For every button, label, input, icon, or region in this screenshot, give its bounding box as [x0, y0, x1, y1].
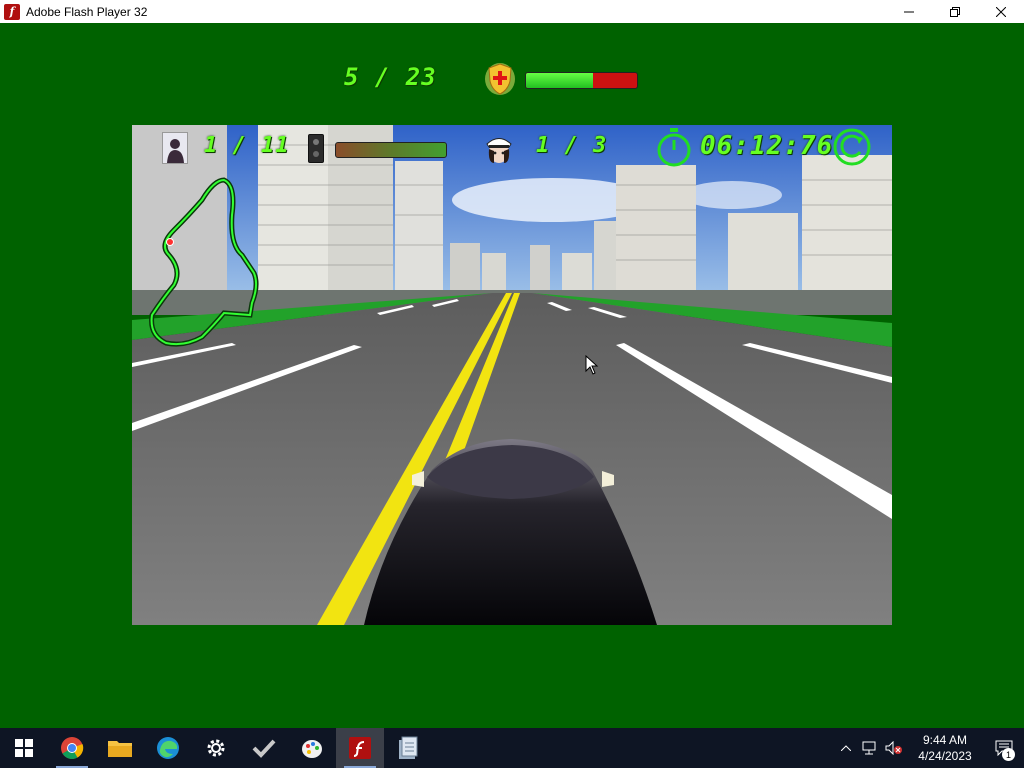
folder-icon: [108, 741, 132, 757]
taskbar-settings[interactable]: [192, 728, 240, 768]
close-icon: [996, 6, 1006, 17]
minimize-icon: [904, 11, 914, 12]
fuel-bar: [335, 142, 447, 158]
restart-icon[interactable]: [832, 127, 872, 167]
cloud: [682, 181, 782, 209]
show-hidden-icons-button[interactable]: [834, 728, 858, 768]
start-button[interactable]: [0, 728, 48, 768]
taskbar-clock[interactable]: 9:44 AM 4/24/2023: [906, 732, 984, 764]
network-icon: [862, 741, 876, 755]
lap-counter: 1 / 3: [536, 133, 608, 158]
stopwatch-icon: [657, 128, 691, 167]
minimize-button[interactable]: [886, 0, 932, 23]
windows-logo-icon: [15, 739, 33, 757]
system-tray: 9:44 AM 4/24/2023 1: [834, 728, 1024, 768]
notification-count-badge: 1: [1002, 748, 1015, 761]
passengers-counter: 1 / 11: [204, 133, 290, 158]
chrome-icon: [61, 737, 84, 759]
passenger-icon: [162, 132, 188, 164]
clock-time: 9:44 AM: [922, 733, 968, 747]
volume-button[interactable]: [882, 728, 906, 768]
restore-button[interactable]: [932, 0, 978, 23]
taskbar-chrome[interactable]: [48, 728, 96, 768]
window-title: Adobe Flash Player 32: [26, 4, 148, 19]
palette-icon: [302, 740, 322, 758]
document-icon: [399, 736, 418, 759]
notifications-button[interactable]: 1: [984, 728, 1024, 768]
track-minimap: [149, 177, 259, 347]
game-viewport[interactable]: 1 / 11 1 / 3 06:12:76: [132, 125, 892, 625]
restore-icon: [950, 6, 960, 17]
close-button[interactable]: [978, 0, 1024, 23]
taskbar-files[interactable]: [384, 728, 432, 768]
traffic-light-icon: [308, 134, 324, 163]
taskbar-file-explorer[interactable]: [96, 728, 144, 768]
taskbar-edge[interactable]: [144, 728, 192, 768]
health-bar-fill: [526, 73, 593, 88]
flash-icon: [349, 737, 371, 759]
health-bar: [525, 72, 638, 89]
volume-muted-icon: [885, 741, 902, 755]
taskbar-flash-player[interactable]: [336, 728, 384, 768]
mouse-cursor-icon: [585, 355, 599, 375]
chevron-up-icon: [841, 745, 851, 751]
network-button[interactable]: [858, 728, 882, 768]
title-bar: f Adobe Flash Player 32: [0, 0, 1024, 23]
flash-app-icon: f: [4, 3, 20, 20]
taskbar-tasks[interactable]: [240, 728, 288, 768]
taskbar: 9:44 AM 4/24/2023 1: [0, 728, 1024, 768]
clock-date: 4/24/2023: [918, 749, 972, 763]
score-counter: 5 / 23: [344, 63, 437, 91]
driver-avatar-icon: [486, 138, 512, 163]
taskbar-paint[interactable]: [288, 728, 336, 768]
checkmark-icon: [252, 739, 276, 758]
gear-icon: [207, 739, 225, 757]
race-timer: 06:12:76: [700, 131, 834, 161]
edge-icon: [157, 737, 179, 759]
health-shield-icon: [485, 63, 515, 95]
game-stage[interactable]: 5 / 23 1 / 11 1 / 3 06:12:76: [0, 23, 1024, 728]
window-controls: [886, 0, 1024, 23]
